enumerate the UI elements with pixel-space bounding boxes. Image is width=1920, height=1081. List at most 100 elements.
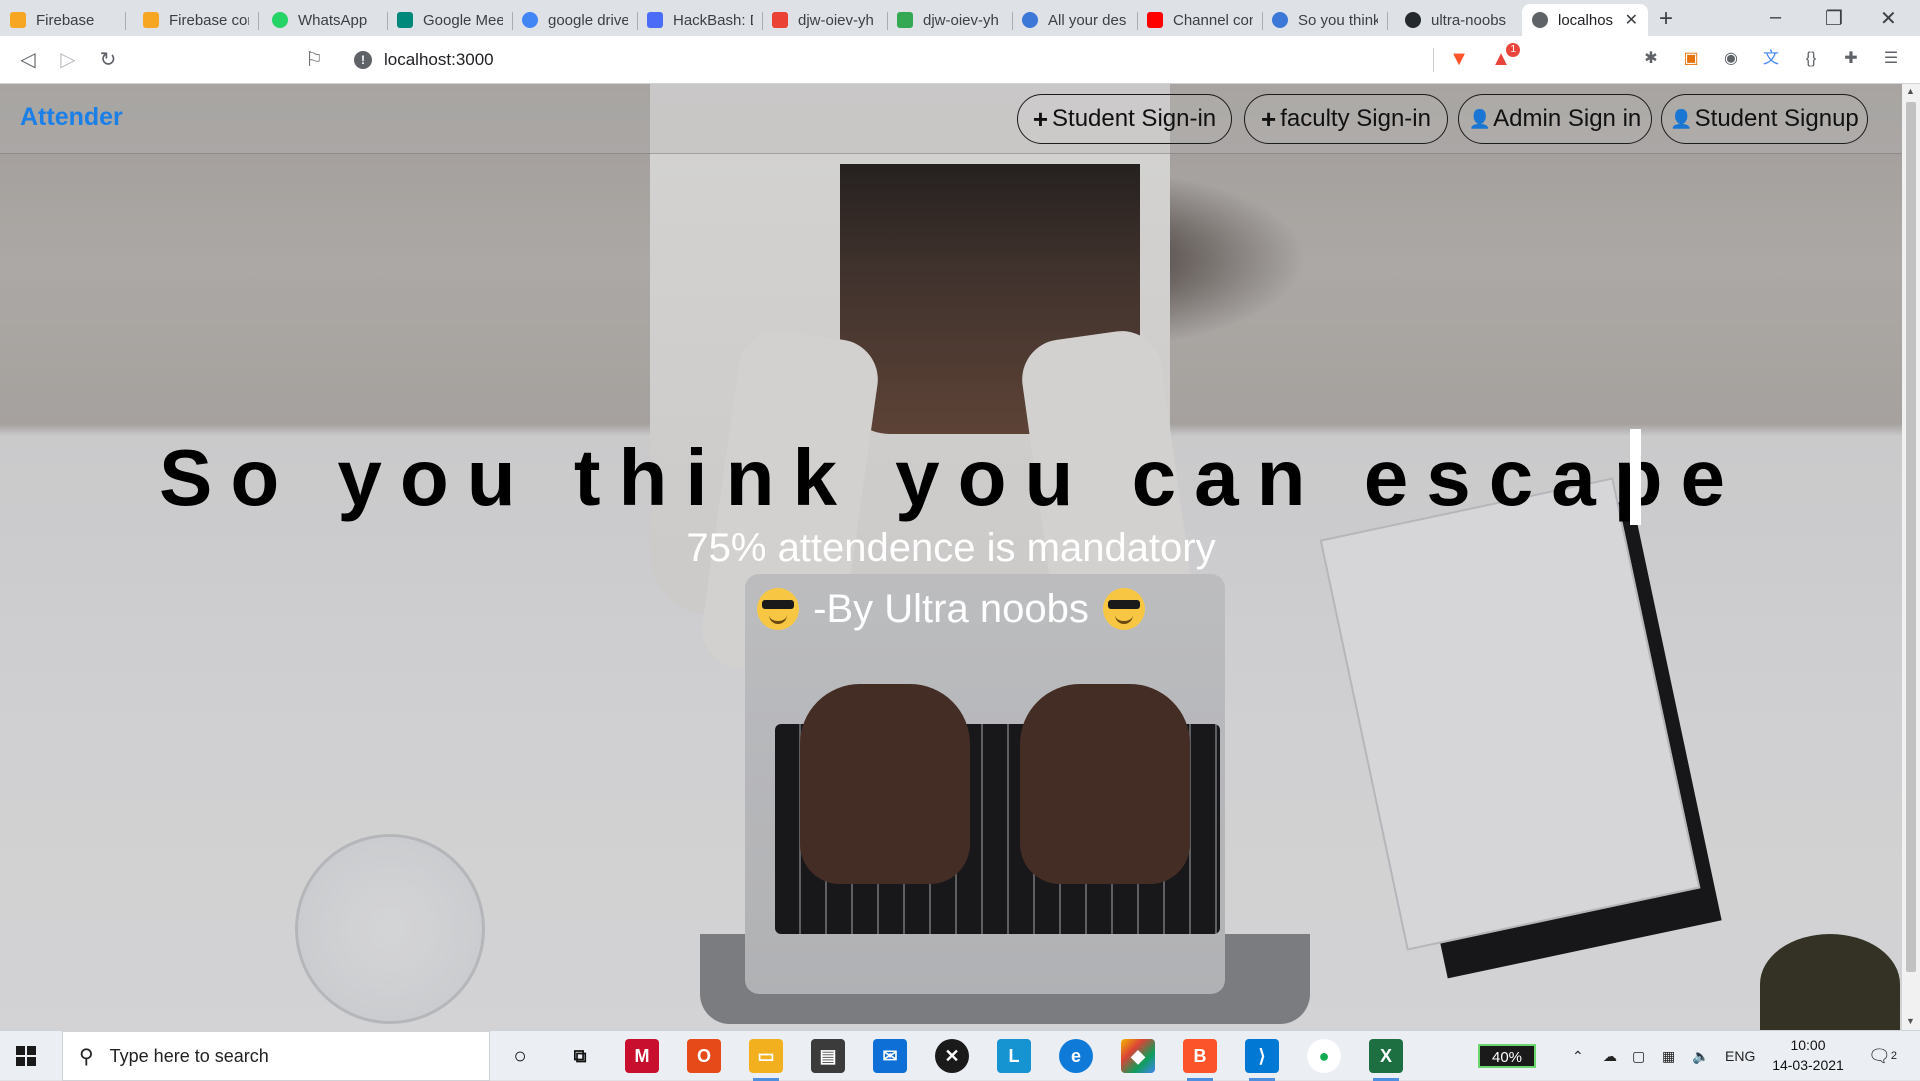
- bookmark-icon[interactable]: ⚐: [300, 46, 328, 74]
- minimize-icon[interactable]: –: [1770, 6, 1781, 29]
- youtube-icon: [1147, 12, 1163, 28]
- onedrive-icon[interactable]: ☁: [1603, 1031, 1617, 1081]
- hackbash-icon: [647, 12, 663, 28]
- taskbar-search-box[interactable]: ⚲ Type here to search: [62, 1031, 490, 1081]
- l-app-icon[interactable]: L: [997, 1039, 1031, 1073]
- student-signup-button[interactable]: 👤 Student Signup: [1661, 94, 1868, 144]
- store-icon[interactable]: ▤: [811, 1039, 845, 1073]
- screen-recorder-extension-icon[interactable]: ▣: [1680, 48, 1702, 70]
- office-icon[interactable]: O: [687, 1039, 721, 1073]
- back-icon[interactable]: ◁: [14, 46, 42, 74]
- reload-icon[interactable]: ↻: [94, 46, 122, 74]
- site-info-icon[interactable]: !: [354, 51, 372, 69]
- address-bar[interactable]: ! localhost:3000: [340, 44, 1440, 76]
- brand-logo[interactable]: Attender: [20, 103, 123, 132]
- tab-so-you-think[interactable]: So you think: [1262, 4, 1388, 36]
- xbox-icon[interactable]: ✕: [935, 1039, 969, 1073]
- firebase-icon: [10, 12, 26, 28]
- show-hidden-icons-icon[interactable]: ⌃: [1572, 1031, 1584, 1081]
- github-icon: [1405, 12, 1421, 28]
- windows-taskbar: ⚲ Type here to search ○ ⧉ M O ▭ ▤ ✉ ✕ L …: [0, 1030, 1920, 1081]
- translate-extension-icon[interactable]: 文: [1760, 48, 1782, 70]
- hero-subtitle: 75% attendence is mandatory: [686, 526, 1216, 570]
- plus-icon: +: [1032, 103, 1049, 134]
- google-drive-icon: [897, 12, 913, 28]
- canva-icon: [1022, 12, 1038, 28]
- menu-icon[interactable]: ☰: [1880, 48, 1902, 70]
- task-view-icon[interactable]: ⧉: [563, 1039, 597, 1073]
- admin-sign-in-button[interactable]: 👤 Admin Sign in: [1458, 94, 1652, 144]
- sunglasses-emoji-icon: [757, 588, 800, 630]
- tab-hackbash[interactable]: HackBash: D: [637, 4, 763, 36]
- person-icon: 👤: [1670, 108, 1693, 129]
- person-icon: 👤: [1468, 108, 1492, 129]
- language-indicator[interactable]: ENG: [1725, 1031, 1755, 1081]
- volume-icon[interactable]: 🔈: [1692, 1031, 1709, 1081]
- brave-shields-icon[interactable]: ▼: [1448, 48, 1470, 70]
- tab-google-meet[interactable]: Google Mee: [387, 4, 513, 36]
- mcafee-icon[interactable]: M: [625, 1039, 659, 1073]
- tab-gmail[interactable]: djw-oiev-yh: [762, 4, 888, 36]
- tab-all-your-designs[interactable]: All your des: [1012, 4, 1138, 36]
- tab-google-search[interactable]: google drive: [512, 4, 638, 36]
- tab-youtube-channel[interactable]: Channel con: [1137, 4, 1263, 36]
- hero-byline: -By Ultra noobs: [0, 587, 1902, 632]
- file-explorer-icon[interactable]: ▭: [749, 1039, 783, 1081]
- windows-start-icon[interactable]: [16, 1046, 37, 1067]
- faculty-sign-in-button[interactable]: + faculty Sign-in: [1244, 94, 1448, 144]
- google-meet-icon: [397, 12, 413, 28]
- forward-icon[interactable]: ▷: [54, 46, 82, 74]
- edge-icon[interactable]: e: [1059, 1039, 1093, 1073]
- brave-rewards-icon[interactable]: ▲ 1: [1490, 43, 1520, 70]
- restore-icon[interactable]: ❐: [1825, 6, 1843, 31]
- url-text[interactable]: localhost:3000: [384, 50, 494, 70]
- firebase-icon: [143, 12, 159, 28]
- notification-count: 2: [1890, 1050, 1897, 1062]
- extensions-puzzle-icon[interactable]: ✚: [1840, 48, 1862, 70]
- search-placeholder: Type here to search: [109, 1045, 269, 1066]
- browser-tab-strip: Firebase Firebase cor WhatsApp Google Me…: [0, 0, 1920, 36]
- excel-icon[interactable]: X: [1369, 1039, 1403, 1081]
- app-navbar: Attender + Student Sign-in + faculty Sign-…: [0, 84, 1902, 154]
- page-scrollbar[interactable]: ▲ ▼: [1902, 84, 1920, 1030]
- network-icon[interactable]: ▦: [1662, 1031, 1675, 1081]
- battery-indicator[interactable]: 40%: [1478, 1044, 1536, 1068]
- cortana-icon[interactable]: ○: [503, 1039, 537, 1073]
- close-window-icon[interactable]: ✕: [1880, 6, 1897, 31]
- mail-icon[interactable]: ✉: [873, 1039, 907, 1073]
- bug-extension-icon[interactable]: ✱: [1640, 48, 1662, 70]
- scroll-thumb[interactable]: [1906, 102, 1916, 972]
- scroll-down-icon[interactable]: ▼: [1906, 1016, 1915, 1026]
- student-sign-in-button[interactable]: + Student Sign-in: [1017, 94, 1232, 144]
- vscode-icon[interactable]: ⟩: [1245, 1039, 1279, 1081]
- clock-time: 10:00: [1790, 1037, 1826, 1053]
- notifications-icon[interactable]: 🗨 2: [1868, 1031, 1897, 1081]
- byline-text: -By Ultra noobs: [813, 587, 1089, 631]
- search-icon: ⚲: [79, 1045, 94, 1068]
- mongodb-compass-icon[interactable]: ●: [1307, 1039, 1341, 1073]
- globe-icon: [1532, 12, 1548, 28]
- scroll-up-icon[interactable]: ▲: [1906, 86, 1915, 96]
- meet-now-icon[interactable]: ▢: [1632, 1031, 1645, 1081]
- incognito-extension-icon[interactable]: ◉: [1720, 48, 1742, 70]
- tab-github[interactable]: ultra-noobs: [1395, 4, 1521, 36]
- close-tab-icon[interactable]: ✕: [1625, 10, 1638, 30]
- omnibox-divider: [1433, 48, 1434, 72]
- whatsapp-icon: [272, 12, 288, 28]
- json-extension-icon[interactable]: {}: [1800, 48, 1822, 70]
- hero-title: So you think you can escape: [158, 433, 1744, 522]
- tab-firebase[interactable]: Firebase: [0, 4, 126, 36]
- clock-date: 14-03-2021: [1772, 1057, 1844, 1073]
- tab-whatsapp[interactable]: WhatsApp: [262, 4, 388, 36]
- brave-browser-icon[interactable]: B: [1183, 1039, 1217, 1081]
- tab-firebase-console[interactable]: Firebase cor: [133, 4, 259, 36]
- page-viewport: Attender + Student Sign-in + faculty Sign-…: [0, 84, 1902, 1030]
- rewards-badge: 1: [1506, 43, 1520, 57]
- tab-google-drive[interactable]: djw-oiev-yh: [887, 4, 1013, 36]
- system-clock[interactable]: 10:00 14-03-2021: [1768, 1035, 1848, 1075]
- sunglasses-emoji-icon: [1102, 588, 1145, 630]
- typing-caret: [1630, 429, 1641, 525]
- google-app-icon[interactable]: ◆: [1121, 1039, 1155, 1073]
- new-tab-button[interactable]: +: [1659, 5, 1673, 33]
- tab-localhost[interactable]: localhos ✕: [1522, 4, 1648, 36]
